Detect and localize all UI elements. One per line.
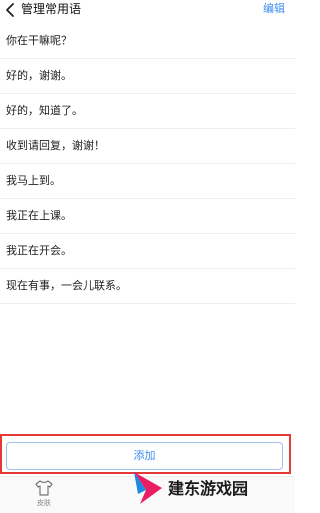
edit-button[interactable]: 编辑 (263, 1, 285, 17)
nav-item-label: 皮肤 (37, 499, 51, 507)
shirt-icon (35, 480, 53, 496)
phrase-text: 你在干嘛呢？ (6, 34, 72, 47)
phrase-text: 好的，知道了。 (6, 104, 83, 117)
list-item[interactable]: 我马上到。 (0, 164, 295, 199)
watermark-logo-icon (134, 472, 162, 504)
phrase-text: 我正在开会。 (6, 244, 72, 257)
list-item[interactable]: 收到请回复，谢谢！ (0, 129, 295, 164)
page-title: 管理常用语 (21, 2, 82, 16)
add-button-label: 添加 (133, 449, 156, 462)
list-item[interactable]: 你在干嘛呢？ (0, 24, 295, 59)
top-bar: 管理常用语 编辑 (0, 0, 295, 20)
phrase-text: 收到请回复，谢谢！ (6, 139, 105, 152)
list-item[interactable]: 好的，知道了。 (0, 94, 295, 129)
list-item[interactable]: 我正在开会。 (0, 234, 295, 269)
add-button[interactable]: 添加 (6, 442, 283, 470)
list-item[interactable]: 好的，谢谢。 (0, 59, 295, 94)
phrase-text: 现在有事，一会儿联系。 (6, 279, 127, 292)
chevron-left-icon[interactable] (3, 2, 17, 18)
list-item[interactable]: 现在有事，一会儿联系。 (0, 269, 295, 304)
watermark: 建东游戏园 (128, 468, 278, 510)
phrase-list: 你在干嘛呢？ 好的，谢谢。 好的，知道了。 收到请回复，谢谢！ 我马上到。 我正… (0, 24, 295, 304)
phrase-text: 我马上到。 (6, 174, 61, 187)
watermark-text: 建东游戏园 (168, 479, 249, 498)
list-item[interactable]: 我正在上课。 (0, 199, 295, 234)
phrase-text: 好的，谢谢。 (6, 69, 72, 82)
nav-item-skin[interactable]: 皮肤 (26, 480, 62, 510)
phrase-text: 我正在上课。 (6, 209, 72, 222)
